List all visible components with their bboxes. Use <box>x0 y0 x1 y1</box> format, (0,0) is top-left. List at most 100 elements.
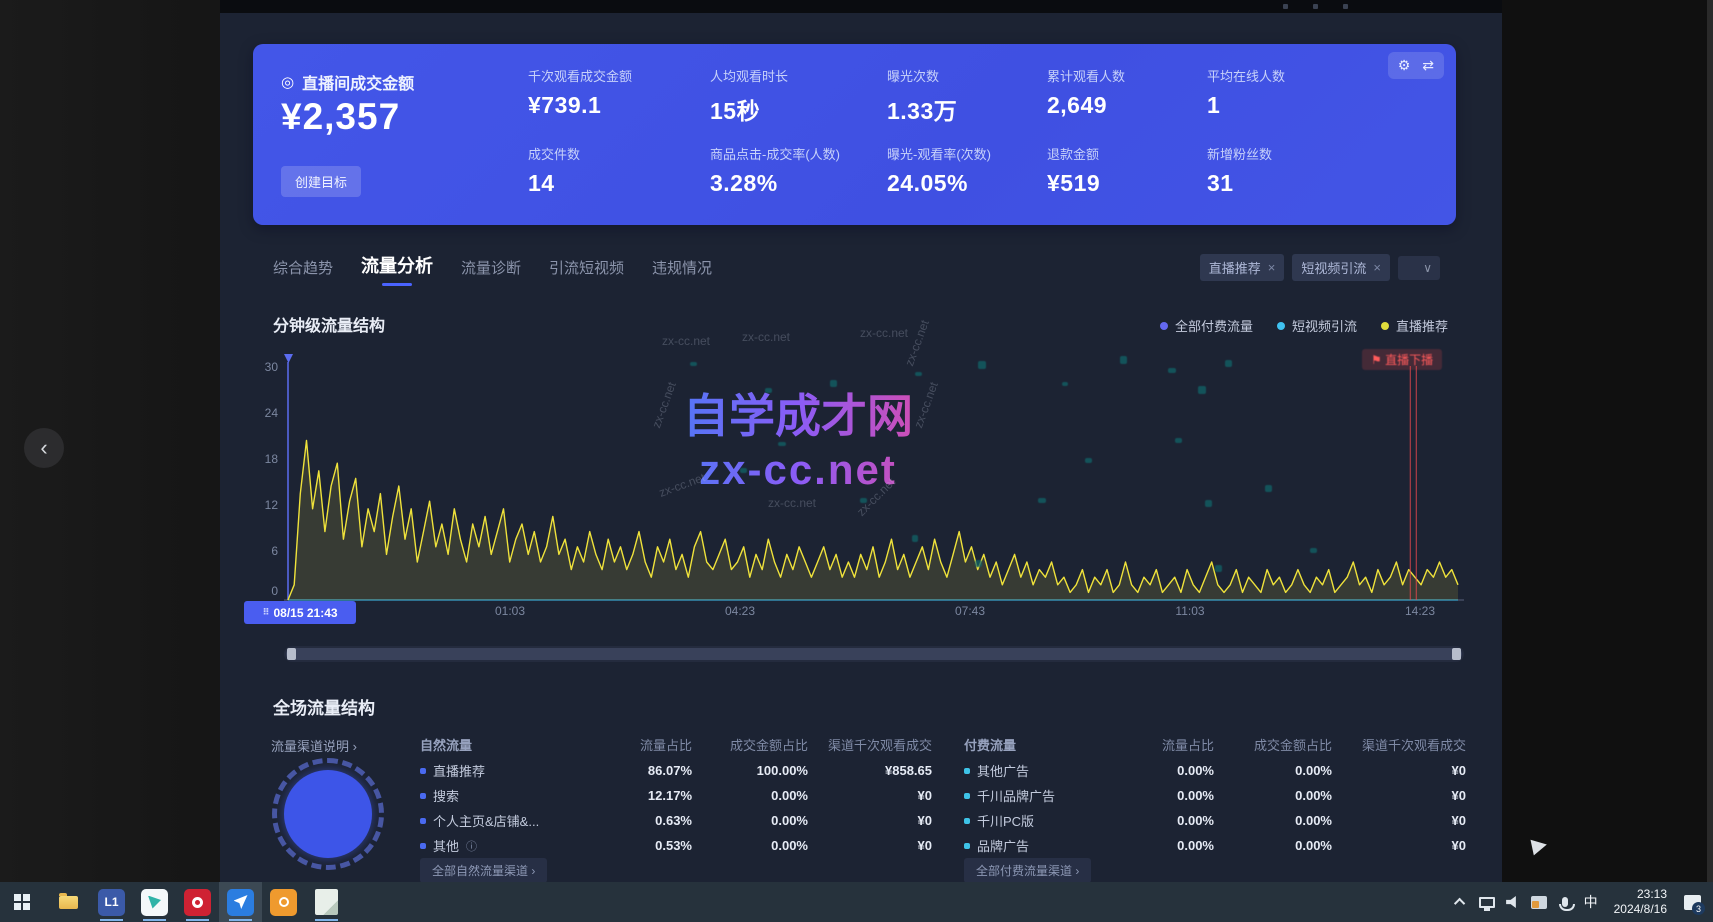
topbar-icon <box>1283 4 1288 9</box>
file-explorer-button[interactable] <box>47 882 90 922</box>
app-notepad-button[interactable] <box>305 882 348 922</box>
start-button[interactable] <box>0 882 43 922</box>
metric: 商品点击-成交率(人数) 3.28% <box>710 144 887 197</box>
app-teal-button[interactable] <box>133 882 176 922</box>
gear-icon[interactable]: ⚙ <box>1398 57 1411 74</box>
ime-indicator[interactable]: 中 <box>1578 882 1604 922</box>
x-axis-start-label[interactable]: ⠿ 08/15 21:43 <box>244 601 356 624</box>
table-row: 个人主页&店铺&... 0.63% 0.00% ¥0 <box>420 808 932 833</box>
taskbar-clock[interactable]: 23:13 2024/8/16 <box>1604 887 1677 917</box>
watermark-scatter: zx-cc.net <box>662 334 710 348</box>
legend-item-live-recommend[interactable]: 直播推荐 <box>1381 316 1448 335</box>
group-label: 自然流量 <box>420 735 588 754</box>
kpi-metrics-grid: 千次观看成交金额 ¥739.1 人均观看时长 15秒 曝光次数 1.33万 累计… <box>528 66 1442 197</box>
photo-icon <box>1531 896 1547 909</box>
metric-value: 3.28% <box>710 170 887 197</box>
traffic-share: 0.63% <box>588 813 692 828</box>
tab-traffic-diagnosis[interactable]: 流量诊断 <box>461 257 521 286</box>
metric-label: 千次观看成交金额 <box>528 66 710 85</box>
legend-item-short-video[interactable]: 短视频引流 <box>1277 316 1357 335</box>
tray-microphone-button[interactable] <box>1552 882 1578 922</box>
filter-tag-short-video[interactable]: 短视频引流 × <box>1292 254 1390 281</box>
tab-label: 引流短视频 <box>549 260 624 277</box>
traffic-donut-chart <box>272 758 384 870</box>
x-axis-tick: 01:03 <box>478 604 542 618</box>
traffic-share: 0.00% <box>1114 838 1214 853</box>
table-row: 品牌广告 0.00% 0.00% ¥0 <box>964 833 1466 858</box>
chart-svg <box>284 352 1464 604</box>
tray-photos-button[interactable] <box>1526 882 1552 922</box>
legend-item-paid[interactable]: 全部付费流量 <box>1160 316 1253 335</box>
gpm-value: ¥858.65 <box>808 763 932 778</box>
l1-app-icon: L1 <box>98 889 125 916</box>
app-l1-button[interactable]: L1 <box>90 882 133 922</box>
windows-taskbar: L1 中 23:13 2024/8/16 <box>0 882 1713 922</box>
table-row: 千川PC版 0.00% 0.00% ¥0 <box>964 808 1466 833</box>
traffic-share: 0.00% <box>1114 788 1214 803</box>
tray-volume-button[interactable] <box>1500 882 1526 922</box>
legend-dot <box>1381 322 1389 330</box>
notification-center-button[interactable]: 3 <box>1677 882 1707 922</box>
metric-value: ¥739.1 <box>528 92 710 119</box>
tab-violations[interactable]: 违规情况 <box>652 257 712 286</box>
kpi-title-row: ◎ 直播间成交金额 <box>281 70 414 94</box>
tab-label: 违规情况 <box>652 260 712 277</box>
table-header: 付费流量 流量占比 成交金额占比 渠道千次观看成交 <box>964 730 1466 758</box>
create-goal-button[interactable]: 创建目标 <box>281 166 361 197</box>
tab-label: 综合趋势 <box>273 260 333 277</box>
close-icon[interactable]: × <box>1268 260 1276 275</box>
scrollbar-handle-right[interactable] <box>1452 648 1461 660</box>
topbar-icon <box>1343 4 1348 9</box>
col-header: 流量占比 <box>1114 735 1214 754</box>
teal-app-icon <box>141 889 168 916</box>
swap-icon[interactable]: ⇄ <box>1422 57 1434 74</box>
channel-explain-link[interactable]: 流量渠道说明 › <box>271 736 357 755</box>
chart-range-scrollbar[interactable] <box>284 646 1464 662</box>
legend-dot <box>1277 322 1285 330</box>
x-axis-tick: 11:03 <box>1158 604 1222 618</box>
legend-label: 全部付费流量 <box>1175 316 1253 335</box>
table-row: 搜索 12.17% 0.00% ¥0 <box>420 783 932 808</box>
metric: 累计观看人数 2,649 <box>1047 66 1207 126</box>
group-label: 付费流量 <box>964 735 1114 754</box>
window-top-strip <box>220 0 1502 13</box>
metric-label: 累计观看人数 <box>1047 66 1207 85</box>
link-label: 流量渠道说明 <box>271 739 349 754</box>
metric: 千次观看成交金额 ¥739.1 <box>528 66 710 126</box>
tab-short-video[interactable]: 引流短视频 <box>549 257 624 286</box>
watermark-scatter: zx-cc.net <box>860 326 908 340</box>
all-paid-channels-link[interactable]: 全部付费流量渠道 › <box>964 858 1091 882</box>
app-red-button[interactable] <box>176 882 219 922</box>
tray-display-button[interactable] <box>1474 882 1500 922</box>
minute-traffic-chart[interactable] <box>284 352 1464 604</box>
microphone-icon <box>1562 897 1568 907</box>
back-button[interactable]: ‹ <box>24 428 64 468</box>
series-dot <box>964 793 970 799</box>
y-axis-tick: 24 <box>250 406 278 420</box>
tab-overview[interactable]: 综合趋势 <box>273 257 333 286</box>
gpm-value: ¥0 <box>1332 838 1466 853</box>
all-natural-channels-link[interactable]: 全部自然流量渠道 › <box>420 858 547 882</box>
row-label: 千川PC版 <box>977 811 1034 830</box>
clock-date: 2024/8/16 <box>1614 902 1667 917</box>
close-icon[interactable]: × <box>1373 260 1381 275</box>
app-orange-button[interactable] <box>262 882 305 922</box>
gpm-value: ¥0 <box>1332 813 1466 828</box>
filter-dropdown[interactable]: ∨ <box>1398 256 1440 280</box>
app-pointer-button[interactable] <box>219 882 262 922</box>
tab-traffic-analysis[interactable]: 流量分析 <box>361 252 433 286</box>
scrollbar-handle-left[interactable] <box>287 648 296 660</box>
scrollbar-range[interactable] <box>286 648 1462 660</box>
chevron-up-icon <box>1454 898 1465 909</box>
grip-icon: ⠿ <box>262 607 269 618</box>
info-icon[interactable]: ⓘ <box>466 838 477 854</box>
arrow-right-icon: › <box>353 739 357 754</box>
filter-tags: 直播推荐 × 短视频引流 × ∨ <box>1200 254 1440 281</box>
start-time-label: 08/15 21:43 <box>273 606 337 620</box>
tray-expand-button[interactable] <box>1448 882 1474 922</box>
row-label: 直播推荐 <box>433 761 485 780</box>
notification-badge: 3 <box>1692 902 1705 915</box>
row-label: 搜索 <box>433 786 459 805</box>
traffic-share: 0.00% <box>1114 813 1214 828</box>
filter-tag-live-recommend[interactable]: 直播推荐 × <box>1200 254 1285 281</box>
